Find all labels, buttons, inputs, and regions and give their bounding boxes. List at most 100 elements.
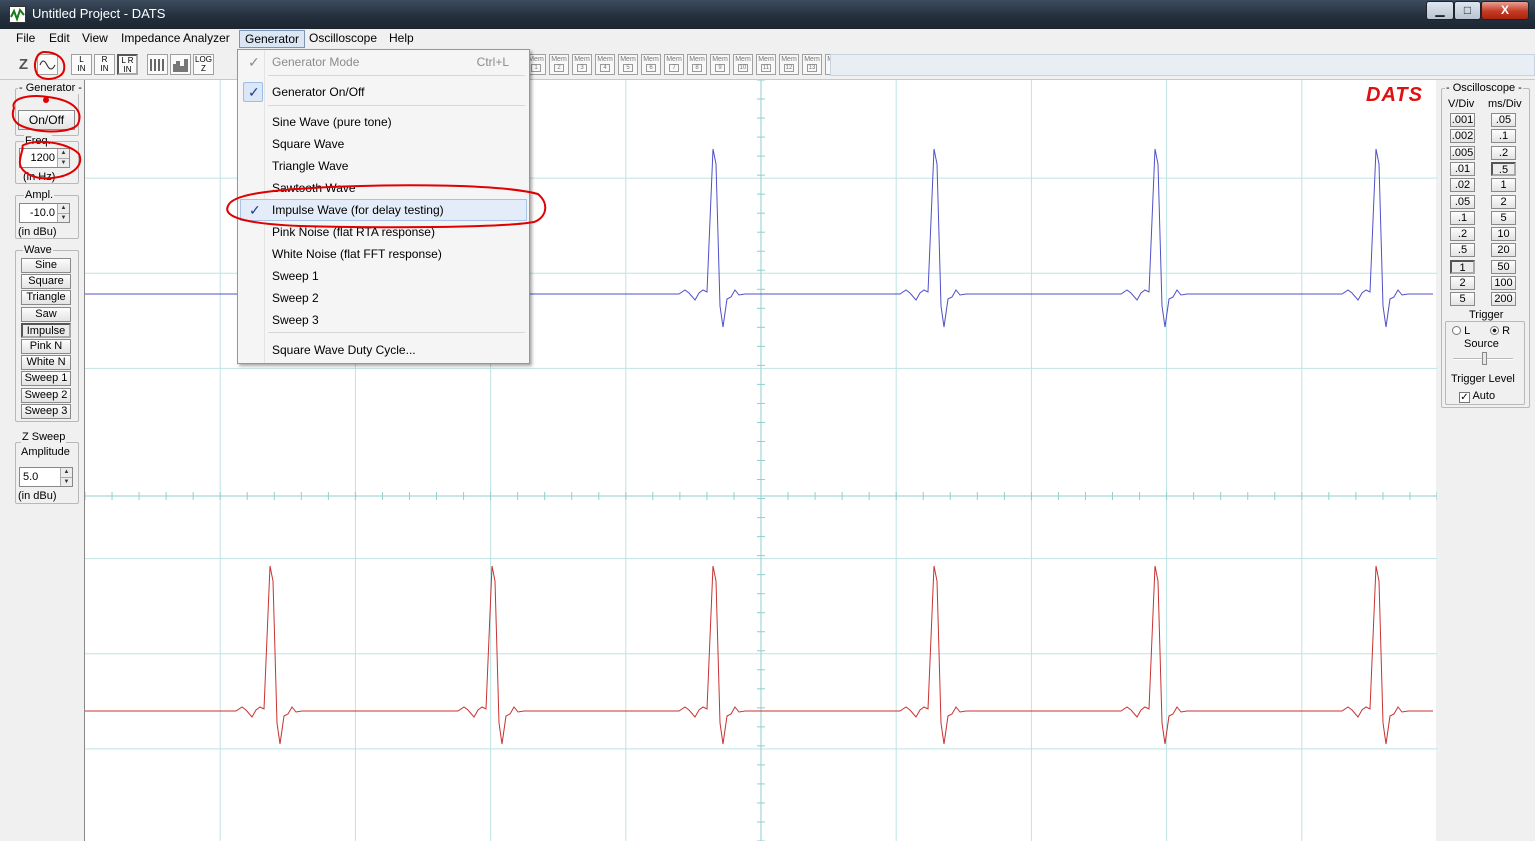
generator-menu-item-10[interactable]: Sweep 1 — [240, 265, 527, 287]
generator-menu-item-11[interactable]: Sweep 2 — [240, 287, 527, 309]
generator-menu-item-6[interactable]: Sawtooth Wave — [240, 177, 527, 199]
mem-label: Mem — [689, 56, 705, 63]
wave-button-sweep-1[interactable]: Sweep 1 — [21, 371, 71, 386]
left-right-in-button[interactable]: L R IN — [117, 54, 138, 75]
mem-button-3[interactable]: Mem 3 — [572, 54, 592, 75]
log-z-button[interactable]: LOG Z — [193, 54, 214, 75]
msdiv-button[interactable]: 1 — [1491, 178, 1516, 193]
close-button[interactable]: X — [1481, 1, 1529, 20]
generator-menu-item-13[interactable]: Square Wave Duty Cycle... — [240, 339, 527, 361]
menu-edit[interactable]: Edit — [44, 30, 75, 48]
mem-button-13[interactable]: Mem 13 — [802, 54, 822, 75]
vdiv-button[interactable]: .1 — [1450, 210, 1475, 225]
wave-button-pink-n[interactable]: Pink N — [21, 339, 71, 354]
bars-icon[interactable] — [147, 54, 168, 75]
ampl-up-arrow-icon[interactable]: ▲ — [57, 204, 69, 213]
menu-file[interactable]: File — [11, 30, 40, 48]
msdiv-button[interactable]: .2 — [1491, 145, 1516, 160]
wave-button-impulse[interactable]: Impulse — [21, 323, 71, 338]
trigger-level-slider-thumb[interactable] — [1482, 352, 1487, 365]
minimize-button[interactable]: ▁ — [1426, 1, 1454, 20]
generator-menu-item-12[interactable]: Sweep 3 — [240, 309, 527, 331]
msdiv-button[interactable]: 20 — [1491, 243, 1516, 258]
zsweep-down-arrow-icon[interactable]: ▼ — [60, 477, 72, 486]
vdiv-button[interactable]: .2 — [1450, 227, 1475, 242]
ampl-down-arrow-icon[interactable]: ▼ — [57, 213, 69, 222]
wave-button-triangle[interactable]: Triangle — [21, 290, 71, 305]
mem-number: 11 — [761, 64, 771, 72]
wave-button-sweep-3[interactable]: Sweep 3 — [21, 404, 71, 419]
zsweep-stepper[interactable]: 5.0 ▲ ▼ — [19, 467, 73, 487]
menu-help[interactable]: Help — [384, 30, 419, 48]
vdiv-button[interactable]: .5 — [1450, 243, 1475, 258]
freq-stepper[interactable]: 1200 ▲ ▼ — [19, 148, 70, 168]
vdiv-button[interactable]: .01 — [1450, 161, 1475, 176]
vdiv-button[interactable]: 1 — [1450, 259, 1475, 274]
mem-button-2[interactable]: Mem 2 — [549, 54, 569, 75]
msdiv-button[interactable]: 10 — [1491, 227, 1516, 242]
left-in-button[interactable]: L IN — [71, 54, 92, 75]
vdiv-label: V/Div — [1448, 98, 1475, 110]
menu-impedance-analyzer[interactable]: Impedance Analyzer — [116, 30, 235, 48]
msdiv-button[interactable]: 50 — [1491, 259, 1516, 274]
generator-menu-item-9[interactable]: White Noise (flat FFT response) — [240, 243, 527, 265]
zsweep-value[interactable]: 5.0 — [20, 468, 57, 486]
vdiv-button[interactable]: .05 — [1450, 194, 1475, 209]
vdiv-button[interactable]: .02 — [1450, 178, 1475, 193]
wave-button-sweep-2[interactable]: Sweep 2 — [21, 388, 71, 403]
menu-oscilloscope[interactable]: Oscilloscope — [304, 30, 382, 48]
mem-button-11[interactable]: Mem 11 — [756, 54, 776, 75]
generator-menu-item-7[interactable]: ✓ Impulse Wave (for delay testing) — [240, 199, 527, 221]
wave-button-white-n[interactable]: White N — [21, 355, 71, 370]
zsweep-up-arrow-icon[interactable]: ▲ — [60, 468, 72, 477]
maximize-button[interactable]: □ — [1454, 1, 1481, 20]
mem-button-8[interactable]: Mem 8 — [687, 54, 707, 75]
trigger-left-radio[interactable]: L — [1452, 325, 1470, 337]
mem-button-12[interactable]: Mem 12 — [779, 54, 799, 75]
vdiv-button[interactable]: .001 — [1450, 113, 1475, 127]
msdiv-button[interactable]: .05 — [1491, 113, 1516, 127]
vdiv-button[interactable]: .002 — [1450, 129, 1475, 144]
generator-menu-item-5[interactable]: Triangle Wave — [240, 155, 527, 177]
ampl-stepper[interactable]: -10.0 ▲ ▼ — [19, 203, 70, 223]
freq-down-arrow-icon[interactable]: ▼ — [57, 158, 69, 167]
mem-label: Mem — [758, 56, 774, 63]
freq-up-arrow-icon[interactable]: ▲ — [57, 149, 69, 158]
msdiv-button[interactable]: 5 — [1491, 210, 1516, 225]
app-icon[interactable] — [9, 6, 26, 23]
mem-button-5[interactable]: Mem 5 — [618, 54, 638, 75]
mem-button-7[interactable]: Mem 7 — [664, 54, 684, 75]
msdiv-button[interactable]: .5 — [1491, 161, 1516, 176]
ampl-value[interactable]: -10.0 — [20, 204, 57, 222]
wave-button-saw[interactable]: Saw — [21, 307, 71, 322]
generator-menu-item-3[interactable]: Sine Wave (pure tone) — [240, 111, 527, 133]
mem-button-10[interactable]: Mem 10 — [733, 54, 753, 75]
generator-menu-item-1[interactable]: ✓ Generator Mode Ctrl+L — [240, 51, 527, 73]
freq-value[interactable]: 1200 — [20, 149, 57, 167]
msdiv-button[interactable]: 200 — [1491, 292, 1516, 307]
mem-button-4[interactable]: Mem 4 — [595, 54, 615, 75]
generator-on-off-button[interactable]: On/Off — [18, 110, 75, 130]
vdiv-button[interactable]: .005 — [1450, 145, 1475, 160]
generator-menu-item-8[interactable]: Pink Noise (flat RTA response) — [240, 221, 527, 243]
wave-button-square[interactable]: Square — [21, 274, 71, 289]
vdiv-button[interactable]: 5 — [1450, 292, 1475, 307]
spectrum-icon[interactable] — [170, 54, 191, 75]
menu-generator[interactable]: Generator — [239, 30, 306, 48]
wave-button-sine[interactable]: Sine — [21, 258, 71, 273]
sine-wave-icon[interactable] — [37, 54, 58, 75]
mem-button-9[interactable]: Mem 9 — [710, 54, 730, 75]
mem-button-6[interactable]: Mem 6 — [641, 54, 661, 75]
right-in-button[interactable]: R IN — [94, 54, 115, 75]
window-title: Untitled Project - DATS — [32, 6, 166, 21]
generator-menu-item-4[interactable]: Square Wave — [240, 133, 527, 155]
msdiv-button[interactable]: 100 — [1491, 276, 1516, 290]
trigger-right-radio[interactable]: R — [1490, 325, 1510, 337]
impedance-z-icon[interactable]: Z — [13, 54, 34, 75]
trigger-auto-checkbox[interactable]: ✓ Auto — [1459, 390, 1495, 403]
generator-menu-item-2[interactable]: ✓ Generator On/Off — [240, 81, 527, 103]
msdiv-button[interactable]: .1 — [1491, 129, 1516, 144]
menu-view[interactable]: View — [77, 30, 113, 48]
msdiv-button[interactable]: 2 — [1491, 194, 1516, 209]
vdiv-button[interactable]: 2 — [1450, 276, 1475, 290]
